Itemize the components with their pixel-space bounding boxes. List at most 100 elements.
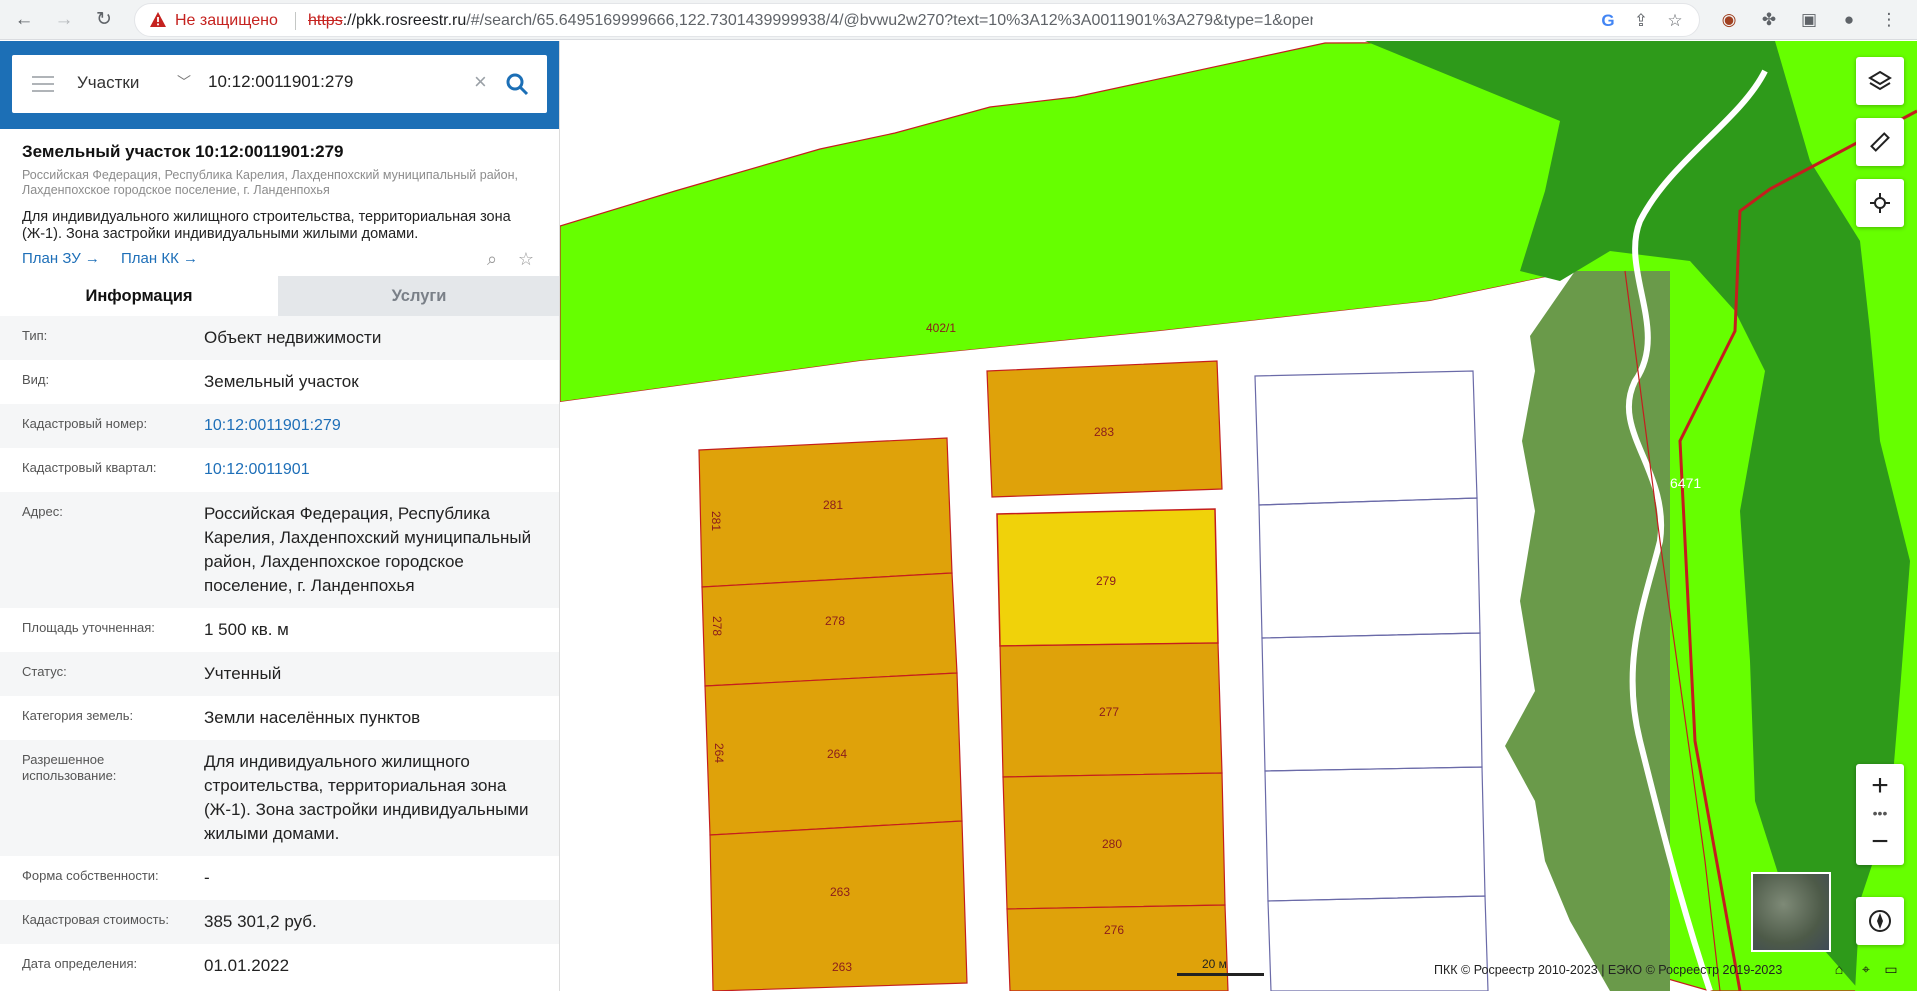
tab-bar: Информация Услуги <box>0 276 559 316</box>
zoom-to-object-icon[interactable]: ⌕ <box>481 248 503 270</box>
url-text[interactable]: https://pkk.rosreestr.ru/#/search/65.649… <box>308 12 1313 30</box>
row-label: Адрес: <box>22 504 63 519</box>
parcel-label: 281 <box>709 511 723 531</box>
parcel-label: 280 <box>1102 837 1122 851</box>
url-scheme: https <box>308 12 343 29</box>
row-value: - <box>204 868 210 887</box>
parcel-label: 283 <box>1094 425 1114 439</box>
row-label: Дата определения: <box>22 956 138 971</box>
map-canvas: 402/1 283 281 281 279 278 278 277 264 26… <box>560 41 1917 991</box>
row-value: Учтенный <box>204 664 282 683</box>
chevron-down-icon[interactable]: ﹀ <box>177 72 191 92</box>
locate-button[interactable] <box>1856 179 1904 227</box>
search-box: Участки ﹀ × <box>12 55 547 113</box>
info-row-cadastral-number: Кадастровый номер: 10:12:0011901:279 <box>0 404 559 448</box>
parcel-278[interactable] <box>701 572 958 687</box>
parcel-label: 277 <box>1099 705 1119 719</box>
info-row-kind: Вид: Земельный участок <box>0 360 559 404</box>
row-label: Категория земель: <box>22 708 134 723</box>
object-title: Земельный участок 10:12:0011901:279 <box>22 142 344 161</box>
row-label: Разрешенное использование: <box>22 752 117 783</box>
row-label: Площадь уточненная: <box>22 620 155 635</box>
back-arrow-icon[interactable]: ← <box>12 8 36 32</box>
parcel-276[interactable] <box>1006 904 1229 991</box>
not-secure-label[interactable]: Не защищено <box>175 12 278 30</box>
puzzle-extensions-icon[interactable]: ✤ <box>1757 8 1781 32</box>
favorite-star-icon[interactable]: ☆ <box>515 248 537 270</box>
row-value: Земли населённых пунктов <box>204 708 421 727</box>
row-value: 1 500 кв. м <box>204 620 289 639</box>
copyright-text: ПКК © Росреестр 2010-2023 | ЕЭКО © Росре… <box>1434 963 1783 977</box>
row-label: Форма собственности: <box>22 868 159 883</box>
info-row-ownership: Форма собственности: - <box>0 856 559 900</box>
plan-zu-link[interactable]: План ЗУ → <box>22 250 100 267</box>
parcel-label: 264 <box>827 747 847 761</box>
row-label: Вид: <box>22 372 50 387</box>
more-icon[interactable]: ••• <box>1856 804 1904 822</box>
clear-search-icon[interactable]: × <box>474 70 487 94</box>
legend-icon[interactable]: ▭ <box>1882 960 1900 978</box>
info-row-cadastral-value: Кадастровая стоимость: 385 301,2 руб. <box>0 900 559 944</box>
bookmark-star-icon[interactable]: ☆ <box>1665 11 1685 31</box>
row-value: Земельный участок <box>204 372 359 391</box>
scale-bar <box>1177 973 1264 976</box>
extension-avatar-icon[interactable]: ◉ <box>1717 8 1741 32</box>
reload-icon[interactable]: ↻ <box>92 8 116 32</box>
browser-toolbar: ← → ↻ Не защищено https://pkk.rosreestr.… <box>0 0 1917 40</box>
info-row-type: Тип: Объект недвижимости <box>0 316 559 360</box>
parcel-label: 264 <box>712 743 726 763</box>
url-path: /#/search/65.6495169999666,122.730143999… <box>466 12 1313 29</box>
info-row-address: Адрес: Российская Федерация, Республика К… <box>0 492 559 608</box>
search-type-select[interactable]: Участки <box>77 73 139 93</box>
address-bar[interactable]: Не защищено https://pkk.rosreestr.ru/#/s… <box>134 3 1700 37</box>
search-input[interactable] <box>208 72 458 92</box>
cadastral-number-link[interactable]: 10:12:0011901:279 <box>204 414 544 438</box>
row-label: Кадастровый номер: <box>22 416 148 431</box>
profile-icon[interactable]: ● <box>1837 8 1861 32</box>
info-row-cadastral-quarter: Кадастровый квартал: 10:12:0011901 <box>0 448 559 492</box>
row-value: Для индивидуального жилищного строительс… <box>204 752 529 843</box>
row-value: Объект недвижимости <box>204 328 382 347</box>
parcel-label: 278 <box>825 614 845 628</box>
compass-button[interactable] <box>1856 897 1904 945</box>
zoom-out-icon[interactable]: − <box>1856 824 1904 860</box>
satellite-minimap[interactable] <box>1751 872 1831 952</box>
crosshair-icon <box>1870 193 1890 213</box>
info-table: Тип: Объект недвижимости Вид: Земельный уч… <box>0 316 559 988</box>
layers-icon <box>1868 70 1892 91</box>
search-icon[interactable] <box>504 71 530 97</box>
ruler-icon <box>1870 132 1890 152</box>
url-host: ://pkk.rosreestr.ru <box>342 12 467 29</box>
info-row-valuation-date: Дата определения: 01.01.2022 <box>0 944 559 988</box>
kebab-menu-icon[interactable]: ⋮ <box>1877 8 1901 32</box>
parcel-label: 276 <box>1104 923 1124 937</box>
row-value: Российская Федерация, Республика Карелия… <box>204 504 532 595</box>
row-label: Тип: <box>22 328 48 343</box>
hamburger-menu-icon[interactable] <box>32 76 54 92</box>
forward-arrow-icon[interactable]: → <box>52 8 76 32</box>
cadastral-quarter-link[interactable]: 10:12:0011901 <box>204 458 544 482</box>
row-label: Статус: <box>22 664 67 679</box>
info-row-permitted-use: Разрешенное использование: Для индивидуал… <box>0 740 559 856</box>
measure-button[interactable] <box>1856 118 1904 166</box>
tab-services[interactable]: Услуги <box>278 276 559 316</box>
parcel-label: 402/1 <box>926 321 956 335</box>
parcel-label: 263 <box>830 885 850 899</box>
info-row-land-category: Категория земель: Земли населённых пункто… <box>0 696 559 740</box>
compass-icon <box>1869 910 1891 932</box>
parcel-281[interactable] <box>698 437 953 588</box>
side-panel-icon[interactable]: ▣ <box>1797 8 1821 32</box>
cadastral-map[interactable]: 402/1 283 281 281 279 278 278 277 264 26… <box>560 41 1917 991</box>
zoom-in-icon[interactable]: + <box>1856 768 1904 804</box>
parcel-label: 6471 <box>1670 475 1701 491</box>
layers-button[interactable] <box>1856 57 1904 105</box>
plan-kk-link[interactable]: План КК → <box>121 250 198 267</box>
google-icon[interactable]: G <box>1598 11 1618 31</box>
parcel-label: 279 <box>1096 574 1116 588</box>
object-purpose: Для индивидуального жилищного строительс… <box>22 209 511 242</box>
location-icon[interactable]: ⌖ <box>1857 960 1875 978</box>
zoom-control: + ••• − <box>1856 764 1904 865</box>
home-icon[interactable]: ⌂ <box>1830 960 1848 978</box>
tab-information[interactable]: Информация <box>0 276 278 316</box>
share-icon[interactable]: ⇪ <box>1631 11 1651 31</box>
